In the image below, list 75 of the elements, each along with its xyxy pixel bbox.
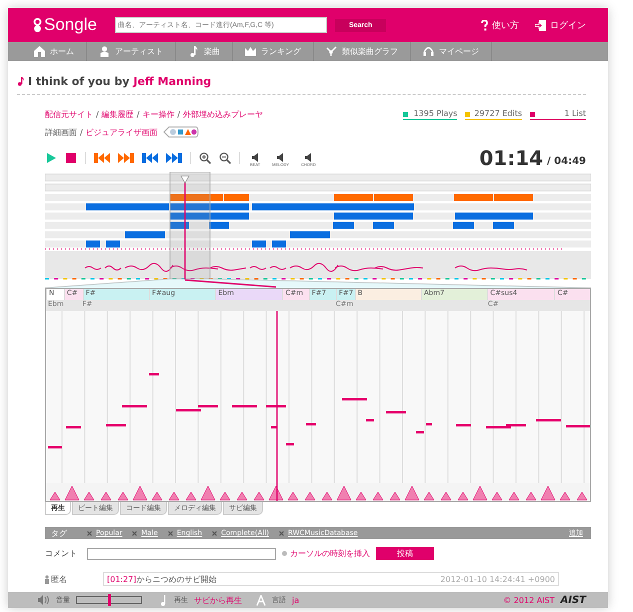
speaker-icon [277, 153, 284, 162]
remove-tag-icon[interactable] [132, 530, 138, 536]
comment-label: コメント [45, 548, 78, 559]
view-link[interactable]: 詳細画面 [45, 126, 77, 138]
skip-back-icon[interactable] [142, 152, 158, 164]
speaker-icon [252, 153, 259, 162]
comment-time-link[interactable]: [01:27] [107, 574, 136, 584]
tag-bar-label: タグ [51, 528, 67, 538]
stat-label: 1 List [564, 109, 586, 118]
link-separator: / [136, 110, 140, 118]
volume-slider[interactable] [76, 596, 142, 604]
comment-field[interactable] [87, 548, 276, 560]
comment-date: 2012-01-10 14:24:41 +0900 [440, 574, 555, 584]
zoom-out-icon[interactable] [219, 152, 231, 164]
nav-item[interactable]: ホーム [22, 42, 87, 61]
nav-item[interactable]: 楽曲 [176, 42, 233, 61]
music-note-icon [17, 77, 24, 86]
link-separator: / [80, 128, 83, 136]
zoom-in-icon[interactable] [199, 152, 211, 164]
link-separator: / [177, 110, 180, 118]
remove-tag-icon[interactable] [87, 530, 92, 536]
person-icon [99, 46, 110, 57]
language-icon [256, 594, 266, 606]
volume-icon [38, 595, 50, 605]
nav-item[interactable]: 類似楽曲グラフ [314, 42, 411, 61]
play-mode-link[interactable]: サビから再生 [194, 594, 242, 606]
volume-thumb[interactable] [108, 594, 111, 606]
home-icon [34, 46, 45, 57]
remove-tag-icon[interactable] [168, 530, 173, 536]
remove-tag-icon[interactable] [279, 530, 284, 536]
remove-tag-icon[interactable] [212, 530, 218, 536]
help-icon [481, 20, 488, 30]
skip-forward-icon[interactable] [118, 152, 134, 164]
nav-item[interactable]: アーティスト [87, 42, 176, 61]
visualizer-badge-icon [162, 126, 199, 138]
stop-icon[interactable] [65, 152, 77, 164]
current-time: 01:14 [479, 147, 544, 169]
song-name: I think of you by [28, 75, 130, 88]
skip-back-icon[interactable] [94, 152, 110, 164]
logo-icon [33, 18, 42, 32]
language-link[interactable]: ja [292, 596, 300, 604]
header-link[interactable]: 使い方 [481, 18, 519, 32]
song-overview-drawing[interactable] [45, 172, 591, 288]
logo-text: Songle [44, 15, 97, 35]
logo[interactable]: Songle [33, 15, 97, 35]
copyright: © 2012 AIST [503, 596, 555, 604]
music-note-icon [188, 46, 199, 57]
music-note-icon [160, 594, 168, 606]
play-icon[interactable] [45, 152, 57, 164]
view-link[interactable]: ビジュアライザ画面 [86, 126, 158, 138]
skip-forward-icon[interactable] [166, 152, 182, 164]
post-button[interactable]: 投稿 [376, 547, 434, 560]
aist-logo: AIST [560, 594, 586, 606]
crown-icon [245, 46, 256, 57]
speaker-icon [304, 153, 312, 162]
comment-author: 匿名 [45, 574, 95, 584]
stat-label: 29727 Edits [474, 109, 522, 118]
total-time: / 04:49 [547, 156, 586, 167]
nav-item[interactable]: ランキング [233, 42, 314, 61]
beat-markers-drawing[interactable] [46, 483, 590, 501]
insert-time-link[interactable]: カーソルの時刻を挿入 [282, 548, 370, 559]
nav-item[interactable]: マイページ [411, 42, 492, 61]
headphones-icon [423, 46, 434, 57]
user-icon [45, 574, 49, 584]
header-link[interactable]: ログイン [535, 18, 586, 32]
page-link[interactable]: 外部埋め込みプレーヤ [183, 108, 264, 120]
comment-text: [01:27]からニつめのサビ開始 [107, 574, 216, 584]
page-link[interactable]: 配信元サイト [45, 108, 93, 120]
artist-link[interactable]: Jeff Manning [133, 75, 212, 88]
link-separator: / [96, 110, 99, 118]
login-icon [535, 20, 546, 30]
page-link[interactable]: 編集履歴 [102, 108, 134, 120]
stat-label: 1395 Plays [414, 109, 458, 118]
page-link[interactable]: キー操作 [142, 108, 174, 120]
graph-icon [326, 46, 337, 57]
